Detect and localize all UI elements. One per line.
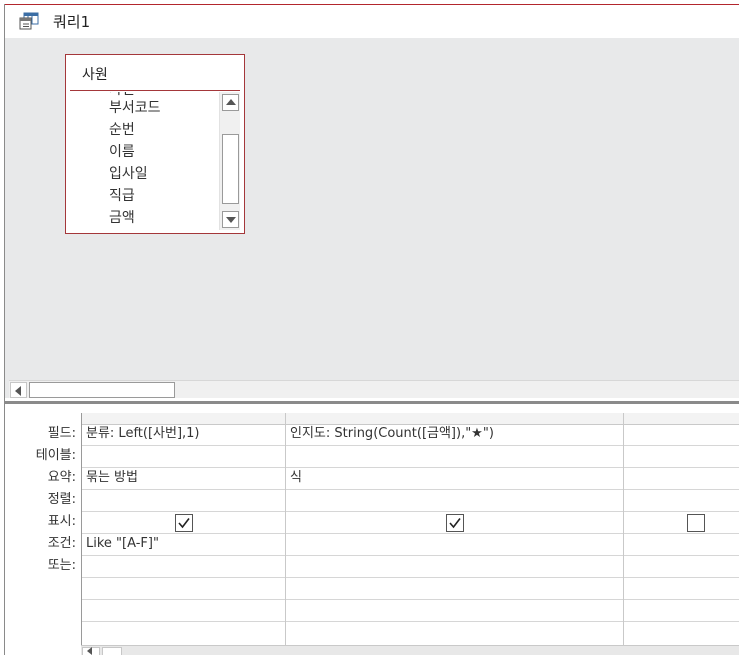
hscroll-thumb[interactable]: [102, 647, 122, 655]
criteria-cell[interactable]: Like "[A-F]": [86, 533, 159, 555]
hscroll-thumb[interactable]: [29, 382, 175, 398]
grid-column-divider: [285, 413, 286, 645]
grid-row-divider: [82, 533, 739, 534]
scroll-thumb[interactable]: [222, 134, 239, 204]
table-name-label[interactable]: 사원: [82, 64, 108, 84]
query-icon: [19, 12, 39, 30]
grid-hscrollbar[interactable]: [81, 645, 739, 655]
row-label-or: 또는:: [47, 558, 76, 573]
field-item[interactable]: 직급: [109, 185, 135, 207]
row-label-criteria: 조건:: [47, 536, 76, 551]
total-cell[interactable]: 묶는 방법: [86, 467, 138, 489]
grid-column-divider: [623, 413, 624, 645]
row-label-total: 요약:: [47, 470, 76, 485]
scroll-left-button[interactable]: [82, 647, 100, 655]
query-design-window: 쿼리1 사원 사번 부서코드 순번 이름 입사일 직급 금액: [0, 0, 739, 655]
grid-row-divider: [82, 511, 739, 512]
row-label-field: 필드:: [47, 426, 76, 441]
grid-row-divider: [82, 445, 739, 446]
show-checkbox[interactable]: [175, 514, 193, 532]
scroll-down-button[interactable]: [222, 211, 239, 228]
grid-row-divider: [82, 555, 739, 556]
table-design-pane[interactable]: 사원 사번 부서코드 순번 이름 입사일 직급 금액: [5, 38, 739, 398]
grid-row-divider: [82, 577, 739, 578]
scroll-up-button[interactable]: [222, 94, 239, 111]
show-checkbox[interactable]: [446, 514, 464, 532]
design-pane-hscrollbar[interactable]: [9, 380, 739, 398]
pane-splitter[interactable]: [5, 404, 739, 413]
chevron-left-icon: [15, 386, 21, 396]
field-cell[interactable]: 분류: Left([사번],1): [86, 423, 200, 445]
row-label-sort: 정렬:: [47, 492, 76, 507]
query-tab-header[interactable]: 쿼리1: [5, 5, 739, 38]
field-item[interactable]: 이름: [109, 141, 135, 163]
field-item[interactable]: 순번: [109, 119, 135, 141]
query-title: 쿼리1: [53, 13, 91, 31]
chevron-left-icon: [87, 647, 92, 655]
grid-row-divider: [82, 621, 739, 622]
checkmark-icon: [449, 518, 461, 529]
chevron-down-icon: [226, 217, 236, 223]
show-checkbox[interactable]: [687, 514, 705, 532]
field-cell[interactable]: 인지도: String(Count([금액]),"★"): [290, 423, 494, 445]
field-list[interactable]: 사번 부서코드 순번 이름 입사일 직급 금액: [66, 92, 218, 232]
table-field-list[interactable]: 사원 사번 부서코드 순번 이름 입사일 직급 금액: [65, 54, 245, 234]
checkmark-icon: [178, 518, 190, 529]
grid-row-divider: [82, 599, 739, 600]
field-item[interactable]: 금액: [109, 207, 135, 229]
row-label-table: 테이블:: [35, 448, 76, 463]
total-cell[interactable]: 식: [290, 467, 302, 489]
query-design-grid[interactable]: 분류: Left([사번],1) 묶는 방법 Like "[A-F]" 인지도:…: [81, 413, 739, 645]
table-header-divider: [70, 90, 240, 91]
grid-row-divider: [82, 489, 739, 490]
scroll-left-button[interactable]: [10, 382, 27, 398]
query-design-grid-area: 필드: 테이블: 요약: 정렬: 표시: 조건: 또는: 분류: Left([사…: [5, 413, 739, 655]
grid-row-divider: [82, 467, 739, 468]
chevron-up-icon: [226, 99, 236, 105]
row-label-show: 표시:: [47, 514, 76, 529]
field-list-scrollbar[interactable]: [219, 92, 240, 230]
field-item[interactable]: 입사일: [109, 163, 148, 185]
field-item[interactable]: 부서코드: [109, 97, 161, 119]
